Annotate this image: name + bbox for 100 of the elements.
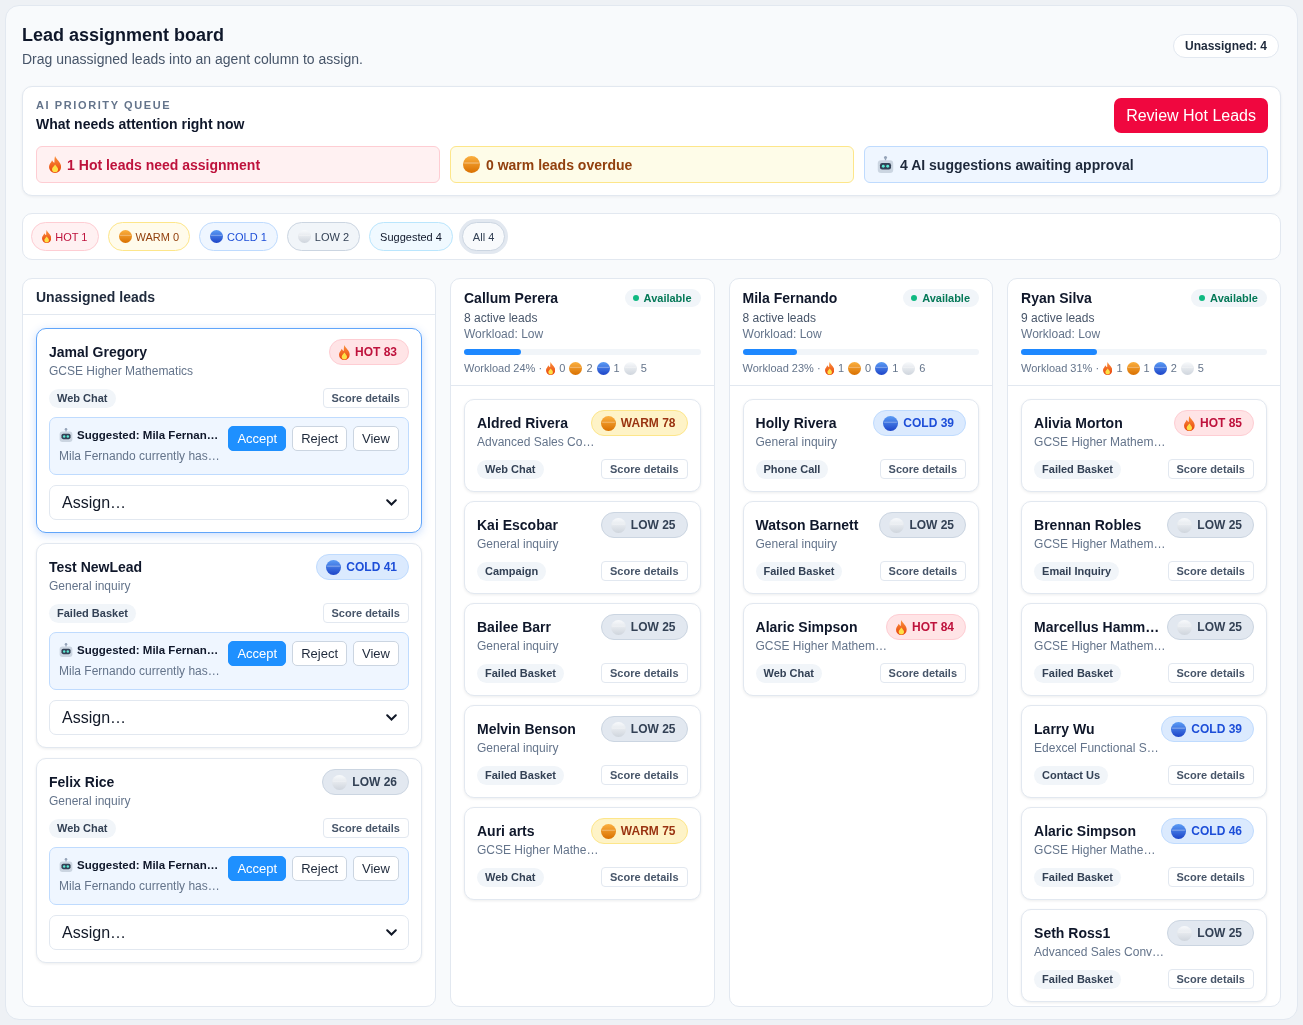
source-tag: Failed Basket bbox=[477, 663, 564, 683]
filter-chip[interactable]: Suggested 4 bbox=[369, 222, 453, 251]
ball-icon bbox=[1177, 619, 1193, 635]
source-tag: Web Chat bbox=[477, 459, 544, 479]
score-details-button[interactable]: Score details bbox=[322, 603, 409, 623]
lead-course: Advanced Sales Co… bbox=[477, 434, 596, 450]
lead-count: 5 bbox=[640, 361, 647, 375]
lead-name: Alaric Simpson bbox=[755, 618, 858, 636]
ball-icon bbox=[332, 774, 348, 790]
lead-card[interactable]: Watson Barnett LOW 25 General inquiry Failed Basket Score details bbox=[742, 501, 980, 594]
temperature-score: COLD 46 bbox=[1191, 824, 1242, 838]
ball-icon bbox=[848, 361, 861, 375]
score-details-button[interactable]: Score details bbox=[879, 459, 967, 479]
lead-card[interactable]: Aldred Rivera WARM 78 Advanced Sales Co… Web Chat Score details bbox=[464, 399, 701, 492]
lead-card[interactable]: Alaric Simpson COLD 46 GCSE Higher Mathe… Failed Basket Score details bbox=[1021, 807, 1267, 900]
lead-count: 5 bbox=[1197, 361, 1204, 375]
temperature-score: WARM 75 bbox=[620, 824, 676, 838]
source-tag: Failed Basket bbox=[755, 561, 843, 581]
lead-count: 1 bbox=[613, 361, 620, 375]
temperature-score: COLD 39 bbox=[903, 416, 955, 430]
lead-card[interactable]: Brennan Robles LOW 25 GCSE Higher Mathem… Email Inquiry Score details bbox=[1021, 501, 1267, 594]
score-details-button[interactable]: Score details bbox=[1167, 969, 1254, 989]
temperature-score: LOW 25 bbox=[630, 518, 676, 532]
score-details-button[interactable]: Score details bbox=[601, 561, 688, 581]
temperature-score: COLD 41 bbox=[346, 560, 397, 574]
score-details-button[interactable]: Score details bbox=[1167, 459, 1254, 479]
robot-icon bbox=[59, 428, 73, 442]
filter-chip[interactable]: HOT 1 bbox=[31, 222, 99, 251]
workload-summary: Workload 24% · bbox=[464, 361, 543, 375]
source-tag: Phone Call bbox=[755, 459, 829, 479]
lead-count: 0 bbox=[559, 361, 566, 375]
lead-name: Melvin Benson bbox=[477, 720, 576, 738]
lead-card[interactable]: Alaric Simpson HOT 84 GCSE Higher Mathem… Web Chat Score details bbox=[742, 603, 980, 696]
review-hot-leads-button[interactable]: Review Hot Leads bbox=[1114, 98, 1268, 133]
chevron-down-icon bbox=[386, 929, 397, 936]
lead-course: General inquiry bbox=[755, 434, 838, 450]
active-leads: 8 active leads bbox=[464, 310, 539, 326]
lead-name: Test NewLead bbox=[49, 558, 143, 576]
assign-select[interactable]: Assign… bbox=[49, 485, 409, 520]
lead-card[interactable]: Jamal Gregory HOT 83 GCSE Higher Mathematics Web Chat Score details Suggested: Mila Fernan… Mila Fernando currently has… Accept Reject View Assign… bbox=[36, 328, 422, 533]
score-details-button[interactable]: Score details bbox=[601, 663, 688, 683]
lead-name: Watson Barnett bbox=[755, 516, 859, 534]
filter-chip[interactable]: All 4 bbox=[461, 222, 506, 251]
status-label: Available bbox=[922, 292, 971, 304]
ball-icon bbox=[1177, 517, 1193, 533]
lead-card[interactable]: Holly Rivera COLD 39 General inquiry Phone Call Score details bbox=[742, 399, 980, 492]
workload-summary: Workload 31% · bbox=[1021, 361, 1100, 375]
lead-name: Larry Wu bbox=[1034, 720, 1095, 738]
lead-course: General inquiry bbox=[477, 536, 560, 552]
lead-card[interactable]: Test NewLead COLD 41 General inquiry Failed Basket Score details Suggested: Mila Fernan… Mila Fernando currently has… Accept Reject View Assign… bbox=[36, 543, 422, 748]
ball-icon bbox=[623, 361, 637, 375]
lead-card[interactable]: Seth Ross1 LOW 25 Advanced Sales Conv… Failed Basket Score details bbox=[1021, 909, 1267, 1002]
suggestion-action-button[interactable]: View bbox=[353, 856, 399, 881]
lead-card[interactable]: Kai Escobar LOW 25 General inquiry Campaign Score details bbox=[464, 501, 701, 594]
temperature-score: LOW 25 bbox=[630, 620, 676, 634]
lead-card[interactable]: Larry Wu COLD 39 Edexcel Functional S… Contact Us Score details bbox=[1021, 705, 1267, 798]
suggestion-action-button[interactable]: View bbox=[353, 641, 399, 666]
lead-card[interactable]: Marcellus Hamm… LOW 25 GCSE Higher Mathem… Failed Basket Score details bbox=[1021, 603, 1267, 696]
lead-course: GCSE Higher Mathe… bbox=[1034, 842, 1157, 858]
temperature-score: LOW 25 bbox=[1197, 620, 1242, 634]
ball-icon bbox=[1153, 361, 1167, 375]
source-tag: Web Chat bbox=[477, 867, 544, 887]
suggestion-action-button[interactable]: Reject bbox=[292, 641, 348, 666]
lead-card[interactable]: Felix Rice LOW 26 General inquiry Web Chat Score details Suggested: Mila Fernan… Mila Fernando currently has… Accept Reject View Assign… bbox=[36, 758, 422, 963]
score-details-button[interactable]: Score details bbox=[322, 818, 409, 838]
agent-name: Mila Fernando bbox=[742, 290, 838, 306]
score-details-button[interactable]: Score details bbox=[601, 459, 688, 479]
lead-card[interactable]: Melvin Benson LOW 25 General inquiry Failed Basket Score details bbox=[464, 705, 701, 798]
score-details-button[interactable]: Score details bbox=[322, 388, 409, 408]
lead-course: GCSE Higher Mathematics bbox=[49, 363, 195, 379]
filter-chip[interactable]: WARM 0 bbox=[107, 222, 191, 251]
filter-chip[interactable]: LOW 2 bbox=[286, 222, 361, 251]
lead-card[interactable]: Alivia Morton HOT 85 GCSE Higher Mathem… Failed Basket Score details bbox=[1021, 399, 1267, 492]
filter-chip[interactable]: COLD 1 bbox=[199, 222, 278, 251]
assign-select[interactable]: Assign… bbox=[49, 700, 409, 735]
score-details-button[interactable]: Score details bbox=[879, 561, 967, 581]
score-details-button[interactable]: Score details bbox=[601, 765, 688, 785]
lead-course: Advanced Sales Conv… bbox=[1034, 944, 1166, 960]
score-details-button[interactable]: Score details bbox=[1167, 867, 1254, 887]
suggestion-action-button[interactable]: Reject bbox=[292, 426, 348, 451]
score-details-button[interactable]: Score details bbox=[1167, 663, 1254, 683]
suggestion-action-button[interactable]: View bbox=[353, 426, 399, 451]
flame-icon bbox=[824, 361, 834, 375]
temperature-score: WARM 78 bbox=[620, 416, 676, 430]
flame-icon bbox=[42, 230, 52, 243]
suggestion-action-button[interactable]: Reject bbox=[292, 856, 348, 881]
ball-icon bbox=[118, 230, 132, 243]
score-details-button[interactable]: Score details bbox=[879, 663, 967, 683]
ball-icon bbox=[297, 230, 311, 243]
lead-card[interactable]: Auri arts WARM 75 GCSE Higher Mathe… Web Chat Score details bbox=[464, 807, 701, 900]
flame-icon bbox=[896, 619, 908, 635]
score-details-button[interactable]: Score details bbox=[1167, 765, 1254, 785]
assign-select[interactable]: Assign… bbox=[49, 915, 409, 950]
lead-course: GCSE Higher Mathe… bbox=[477, 842, 600, 858]
alert-text: 1 Hot leads need assignment bbox=[67, 156, 261, 173]
temperature-score: LOW 25 bbox=[1197, 518, 1242, 532]
lead-card[interactable]: Bailee Barr LOW 25 General inquiry Failed Basket Score details bbox=[464, 603, 701, 696]
score-details-button[interactable]: Score details bbox=[601, 867, 688, 887]
score-details-button[interactable]: Score details bbox=[1167, 561, 1254, 581]
lead-course: General inquiry bbox=[477, 638, 560, 654]
